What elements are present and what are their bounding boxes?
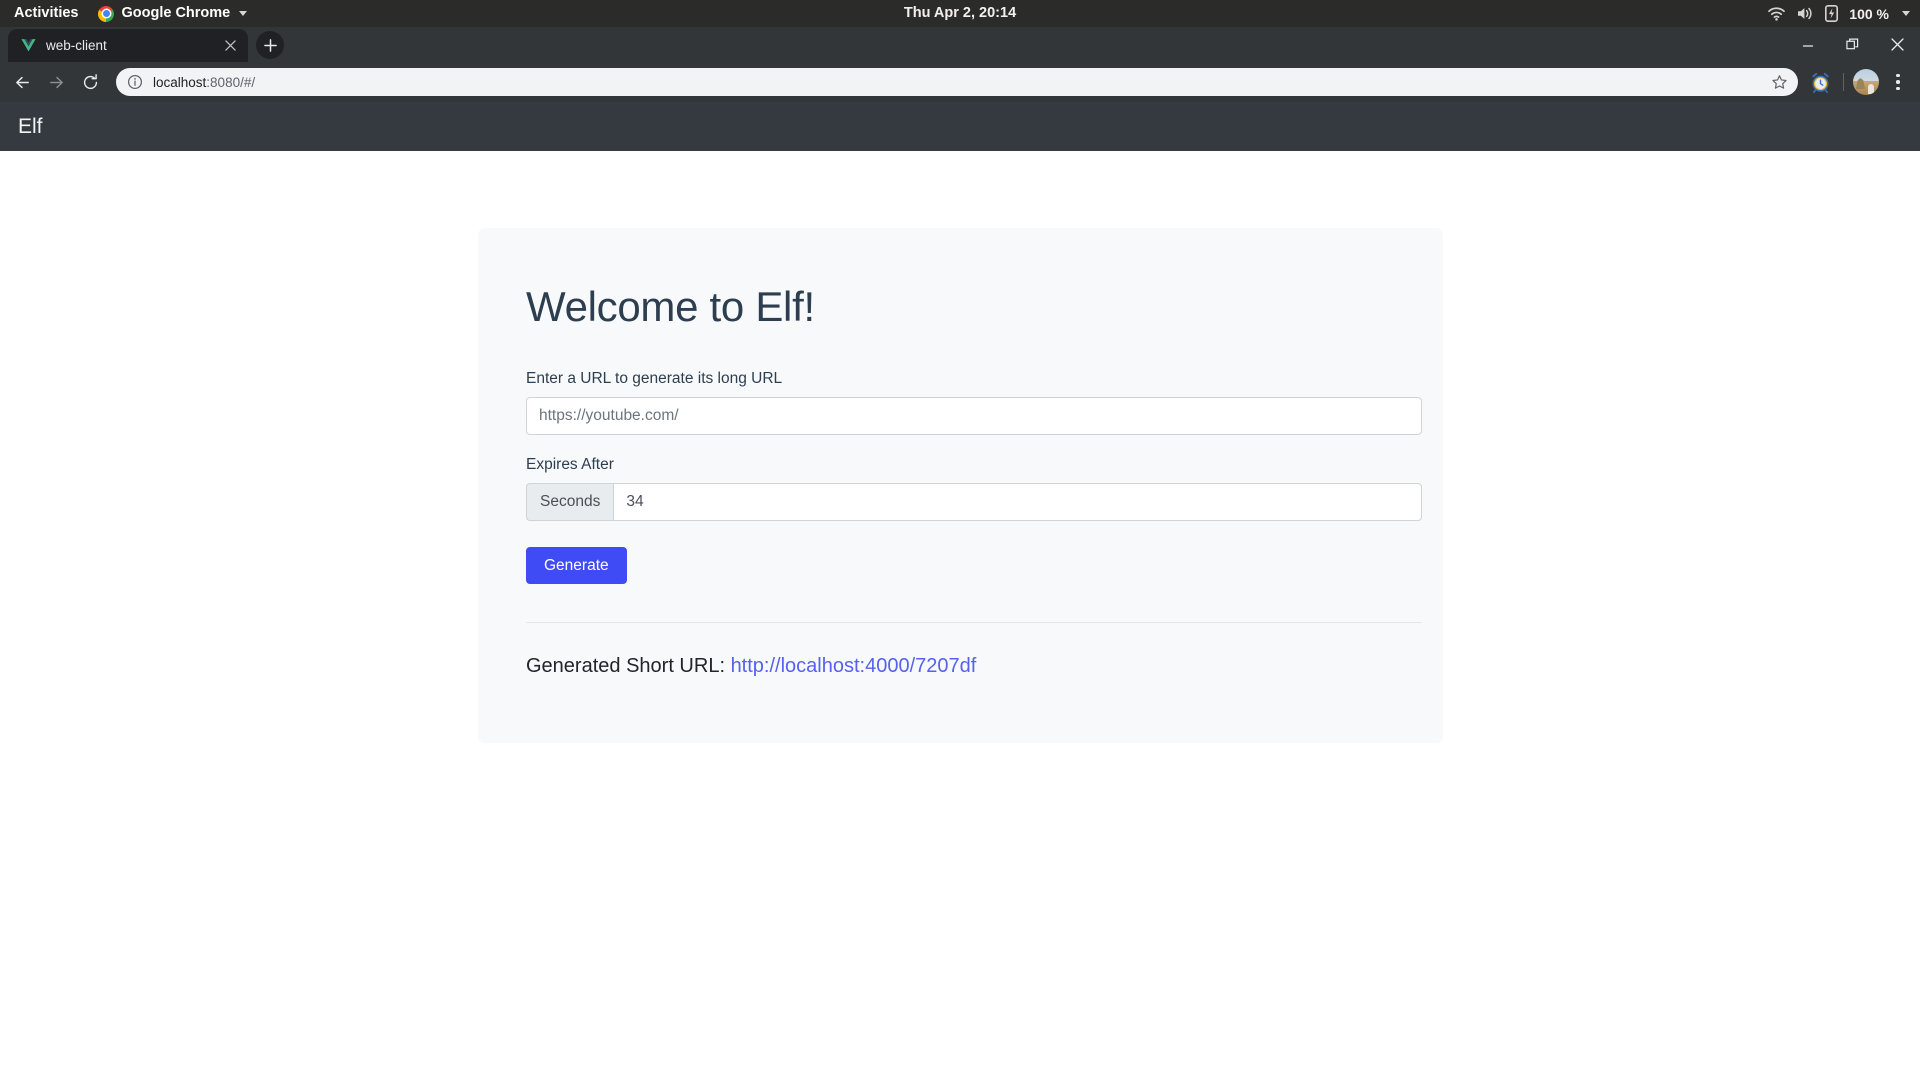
expires-field-group: Expires After Seconds [526,456,1422,522]
url-field-group: Enter a URL to generate its long URL [526,370,1422,436]
generated-url-link[interactable]: http://localhost:4000/7207df [731,655,977,677]
expires-input[interactable] [613,483,1422,522]
chevron-down-icon [239,11,248,16]
browser-tab-web-client[interactable]: web-client [8,29,248,62]
battery-charging-icon [1825,5,1839,22]
main-card: Welcome to Elf! Enter a URL to generate … [478,228,1443,743]
reload-button[interactable] [74,66,106,98]
expires-input-group: Seconds [526,483,1422,522]
browser-tab-strip: web-client [0,27,1920,62]
info-circle-icon[interactable] [127,74,143,90]
forward-button[interactable] [40,66,72,98]
app-menu-label: Google Chrome [121,5,231,21]
expires-field-label: Expires After [526,456,614,474]
url-input[interactable] [526,397,1422,436]
generated-url-prefix: Generated Short URL: [526,655,725,678]
toolbar-divider [1843,73,1844,91]
address-bar-path: :8080/#/ [206,74,256,90]
alarm-clock-icon[interactable] [1806,68,1834,96]
window-controls [1785,27,1920,62]
volume-icon [1796,6,1814,21]
generated-url-result: Generated Short URL: http://localhost:40… [526,655,1395,678]
new-tab-button[interactable] [256,31,284,59]
avatar[interactable] [1853,69,1879,95]
page-title: Welcome to Elf! [526,283,815,330]
browser-tab-title: web-client [46,38,107,53]
app-navbar: Elf [0,102,1920,151]
expires-unit-label: Seconds [526,483,614,522]
address-bar-host: localhost [153,74,207,90]
gnome-top-bar: Activities Google Chrome Thu Apr 2, 20:1… [0,0,1920,27]
back-button[interactable] [6,66,38,98]
restore-icon[interactable] [1830,27,1875,62]
system-status-area[interactable]: 100 % [1768,0,1910,27]
card-body: Welcome to Elf! Enter a URL to generate … [478,228,1443,678]
address-bar-url: localhost:8080/#/ [153,75,1766,90]
chevron-down-icon [1902,11,1910,16]
page-viewport: Elf Welcome to Elf! Enter a URL to gener… [0,102,1920,1080]
close-icon[interactable] [1875,27,1920,62]
battery-percent-label: 100 % [1849,5,1889,22]
generate-button[interactable]: Generate [526,547,627,585]
activities-button[interactable]: Activities [0,0,90,27]
browser-toolbar: localhost:8080/#/ [0,62,1920,102]
app-menu-google-chrome[interactable]: Google Chrome [90,0,255,27]
clock[interactable]: Thu Apr 2, 20:14 [0,0,1920,27]
app-brand[interactable]: Elf [16,115,43,139]
wifi-icon [1768,6,1786,21]
close-icon[interactable] [221,37,239,55]
minimize-icon[interactable] [1785,27,1830,62]
url-field-label: Enter a URL to generate its long URL [526,370,783,388]
section-divider [526,622,1422,624]
address-bar[interactable]: localhost:8080/#/ [116,68,1798,96]
three-dot-menu-icon[interactable] [1884,68,1912,96]
vue-logo-icon [20,37,37,54]
chrome-logo-icon [98,5,115,22]
star-icon[interactable] [1766,69,1792,95]
